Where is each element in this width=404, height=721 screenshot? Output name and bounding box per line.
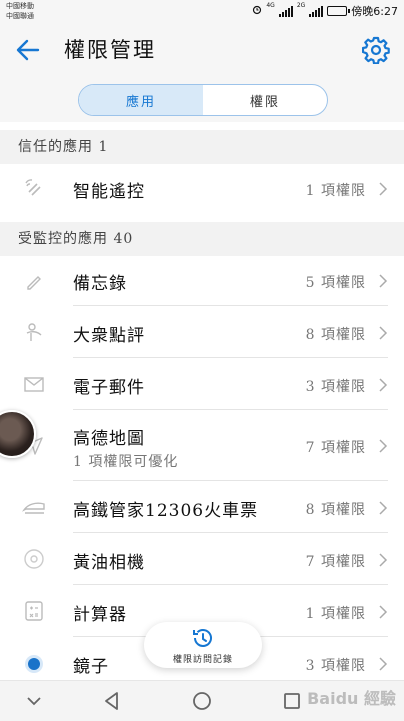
- chevron-right-icon: [379, 605, 388, 619]
- permission-count: 7 項權限: [305, 554, 366, 570]
- memo-icon: [20, 267, 48, 295]
- segmented-control: 應用 權限: [78, 84, 328, 116]
- camera-icon: [20, 545, 48, 573]
- fab-label: 權限訪問記錄: [172, 655, 233, 665]
- divider: [73, 480, 388, 481]
- mirror-icon: [20, 650, 48, 678]
- watermark: Baidu 經驗: [307, 689, 396, 708]
- permission-count: 3 項權限: [305, 379, 366, 395]
- arrow-left-icon[interactable]: [14, 36, 42, 64]
- train-icon: [20, 493, 48, 521]
- permission-access-log-button[interactable]: 權限訪問記錄: [144, 622, 262, 668]
- divider: [73, 584, 388, 585]
- signal-2-icon: [309, 5, 324, 17]
- divider: [73, 532, 388, 533]
- page-title: 權限管理: [64, 38, 156, 62]
- remote-control-icon: [20, 175, 48, 203]
- gear-icon[interactable]: [362, 36, 390, 64]
- permission-count: 5 項權限: [305, 275, 366, 291]
- home-circle-icon[interactable]: [190, 689, 214, 713]
- chevron-right-icon: [379, 378, 388, 392]
- chevron-right-icon: [379, 182, 388, 196]
- chevron-right-icon: [379, 553, 388, 567]
- chevron-right-icon: [379, 274, 388, 288]
- permission-count: 8 項權限: [305, 502, 366, 518]
- permission-count: 7 項權限: [305, 440, 366, 456]
- status-bar: 中國移動 中國聯通 4G 2G 傍晚6:27: [0, 0, 404, 22]
- recents-square-icon[interactable]: [280, 689, 304, 713]
- permission-count: 1 項權限: [305, 183, 366, 199]
- chevron-right-icon: [379, 326, 388, 340]
- chevron-right-icon: [379, 439, 388, 453]
- clock-time: 傍晚6:27: [351, 5, 398, 18]
- section-header-monitored: 受監控的應用 40: [0, 222, 404, 256]
- divider: [73, 357, 388, 358]
- collapse-icon[interactable]: [22, 689, 46, 713]
- list-item[interactable]: 電子郵件 3 項權限: [0, 359, 404, 410]
- app-name: 高鐵管家12306火車票: [73, 501, 259, 521]
- list-item[interactable]: 大衆點評 8 項權限: [0, 307, 404, 358]
- network-type-2: 2G: [296, 2, 306, 9]
- permission-count: 8 項權限: [305, 327, 366, 343]
- carrier-info: 中國移動 中國聯通: [6, 1, 34, 21]
- chevron-right-icon: [379, 657, 388, 671]
- app-name: 黃油相機: [73, 553, 145, 573]
- dianping-icon: [20, 318, 48, 346]
- app-name: 鏡子: [73, 657, 109, 677]
- list-item[interactable]: 黃油相機 7 項權限: [0, 534, 404, 585]
- tab-bar: 應用 權限: [0, 78, 404, 122]
- app-name: 電子郵件: [73, 378, 145, 398]
- optimization-hint: 1 項權限可優化: [73, 454, 179, 470]
- tab-apps[interactable]: 應用: [79, 85, 203, 115]
- list-item[interactable]: 備忘錄 5 項權限: [0, 256, 404, 306]
- status-icons: 4G 2G 傍晚6:27: [252, 3, 398, 19]
- chevron-right-icon: [379, 501, 388, 515]
- permission-count: 1 項權限: [305, 606, 366, 622]
- list-item[interactable]: 智能遙控 1 項權限: [0, 164, 404, 214]
- system-nav-bar: Baidu 經驗: [0, 680, 404, 721]
- divider: [73, 409, 388, 410]
- email-icon: [20, 370, 48, 398]
- list-item[interactable]: 高德地圖 1 項權限可優化 7 項權限: [0, 411, 404, 481]
- carrier-2: 中國聯通: [6, 12, 34, 20]
- list-item[interactable]: 高鐵管家12306火車票 8 項權限: [0, 482, 404, 533]
- app-name: 高德地圖: [73, 429, 145, 449]
- app-name: 備忘錄: [73, 274, 127, 294]
- permission-count: 3 項權限: [305, 658, 366, 674]
- divider: [73, 305, 388, 306]
- section-header-trusted: 信任的應用 1: [0, 130, 404, 164]
- calculator-icon: [20, 597, 48, 625]
- history-clock-icon: [193, 629, 212, 647]
- battery-icon: [327, 6, 351, 16]
- app-name: 大衆點評: [73, 326, 145, 346]
- back-triangle-icon[interactable]: [100, 689, 124, 713]
- network-type-1: 4G: [266, 2, 275, 9]
- app-name: 計算器: [73, 605, 127, 625]
- carrier-1: 中國移動: [6, 2, 34, 10]
- tab-permissions[interactable]: 權限: [203, 85, 327, 115]
- signal-1-icon: [278, 5, 293, 17]
- app-name: 智能遙控: [73, 182, 145, 202]
- app-bar: 權限管理: [0, 22, 404, 78]
- alarm-icon: [252, 5, 262, 18]
